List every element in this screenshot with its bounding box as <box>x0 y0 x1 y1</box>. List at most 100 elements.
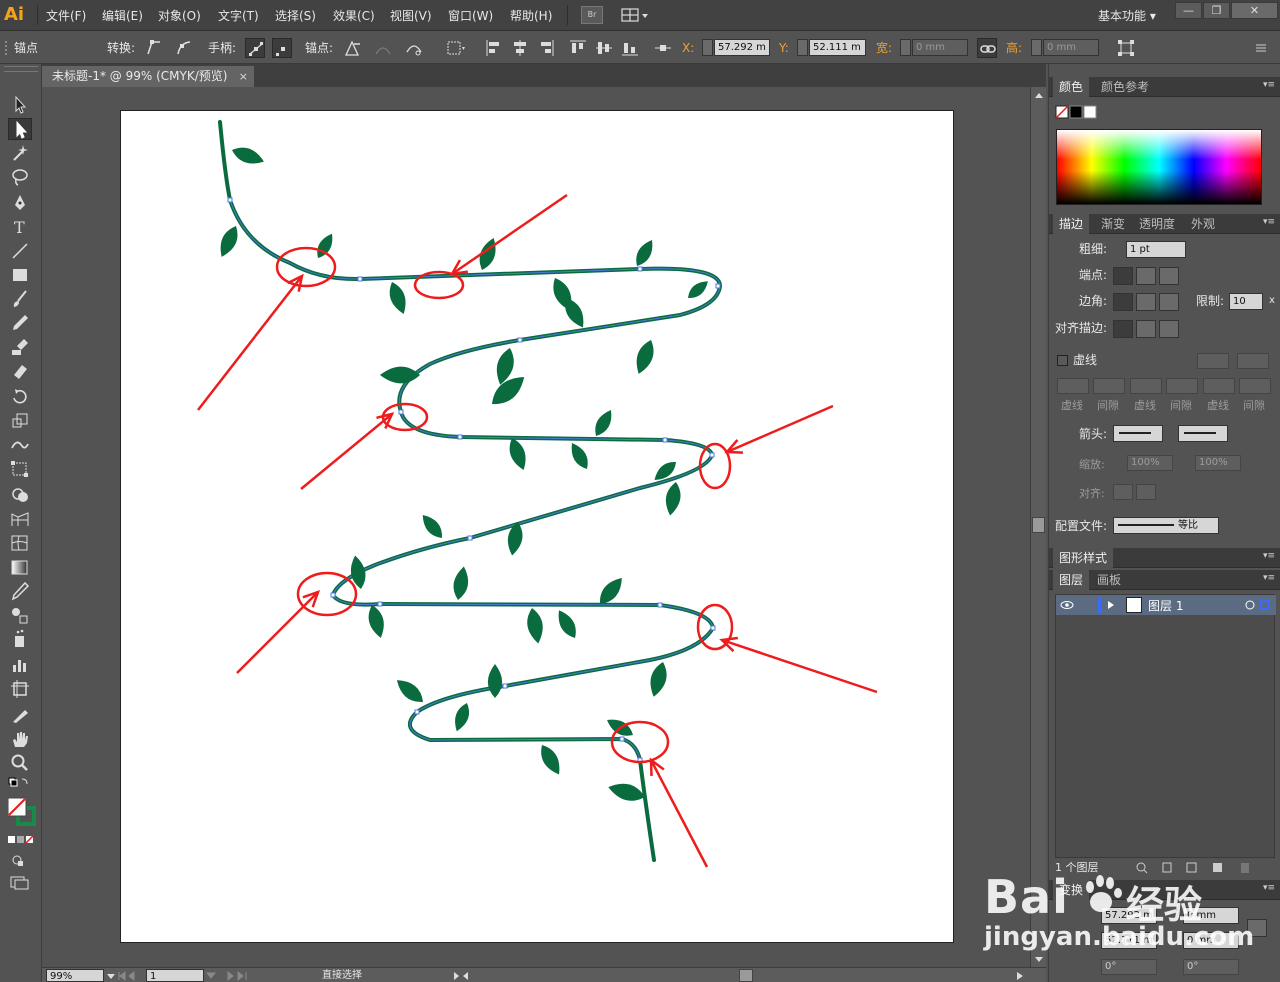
warp-tool[interactable] <box>8 434 32 456</box>
anchor-point[interactable] <box>619 736 625 742</box>
color-mode-buttons[interactable] <box>8 834 34 846</box>
y-field[interactable]: 52.111 m <box>809 39 866 56</box>
pen-tool[interactable] <box>8 192 32 214</box>
anchor-point[interactable] <box>398 409 404 415</box>
leaf[interactable] <box>230 143 267 168</box>
leaf[interactable] <box>505 436 530 473</box>
scroll-up-icon[interactable] <box>1031 88 1047 102</box>
fill-stroke-mini-icon[interactable] <box>1055 105 1097 121</box>
x-field[interactable]: 57.292 m <box>714 39 770 56</box>
transform-y-field[interactable]: 52.111 m <box>1101 932 1157 949</box>
isolate-button[interactable] <box>445 38 465 58</box>
anchor-point[interactable] <box>467 535 473 541</box>
stroke-panel-menu-icon[interactable]: ▾≡ <box>1263 217 1277 229</box>
leaf[interactable] <box>591 407 617 439</box>
limit-field[interactable]: 10 <box>1229 293 1263 310</box>
anchor-point[interactable] <box>502 683 508 689</box>
tab-appearance[interactable]: 外观 <box>1185 214 1221 234</box>
leaf[interactable] <box>348 554 368 590</box>
dash-field-2[interactable] <box>1130 378 1162 394</box>
screen-mode-button[interactable] <box>8 874 32 890</box>
status-menu-icon[interactable] <box>452 970 476 982</box>
vine-stroke[interactable] <box>218 120 722 862</box>
next-last-artboard-icon[interactable] <box>206 970 256 982</box>
transform-panel-menu-icon[interactable]: ▾≡ <box>1263 883 1277 895</box>
tab-transform[interactable]: 变换 <box>1053 880 1090 900</box>
reference-point-icon[interactable] <box>653 38 673 58</box>
dashed-line-checkbox[interactable] <box>1057 355 1068 366</box>
mesh-tool[interactable] <box>8 532 32 554</box>
control-panel-menu-button[interactable] <box>1250 38 1270 58</box>
perspective-grid-tool[interactable] <box>8 508 32 530</box>
zoom-field[interactable]: 99% <box>46 969 104 982</box>
transform-each-button[interactable] <box>1116 38 1136 58</box>
weight-field[interactable]: 1 pt <box>1126 241 1186 258</box>
tab-color[interactable]: 颜色 <box>1053 77 1090 97</box>
rectangle-tool[interactable] <box>8 264 32 286</box>
show-handles-button[interactable] <box>245 38 265 58</box>
free-transform-tool[interactable] <box>8 458 32 480</box>
arrange-documents-button[interactable] <box>620 6 650 24</box>
hide-handles-button[interactable] <box>272 38 292 58</box>
color-panel-menu-icon[interactable]: ▾≡ <box>1263 80 1277 92</box>
anchor-point[interactable] <box>637 266 643 272</box>
profile-select[interactable]: 等比 <box>1113 517 1219 534</box>
swap-colors-control[interactable] <box>8 776 32 792</box>
tab-stroke[interactable]: 描边 <box>1053 214 1090 234</box>
scroll-right-icon[interactable] <box>1014 970 1026 982</box>
minimize-button[interactable]: — <box>1175 2 1202 19</box>
miter-join-button[interactable] <box>1113 293 1133 311</box>
menu-effect[interactable]: 效果(C) <box>333 7 375 25</box>
workspace-switcher[interactable]: 基本功能 ▾ <box>1098 7 1156 25</box>
paintbrush-tool[interactable] <box>8 288 32 310</box>
leaf[interactable] <box>684 277 711 302</box>
target-selection-icon[interactable] <box>1244 599 1272 611</box>
column-graph-tool[interactable] <box>8 654 32 676</box>
vertical-scrollbar[interactable] <box>1030 87 1046 967</box>
gradient-tool[interactable] <box>8 556 32 578</box>
menu-view[interactable]: 视图(V) <box>390 7 432 25</box>
leaf[interactable] <box>385 280 410 317</box>
transform-height-field[interactable]: 0 mm <box>1183 932 1239 949</box>
anchor-point[interactable] <box>657 602 663 608</box>
menu-file[interactable]: 文件(F) <box>46 7 86 25</box>
document-tab[interactable]: 未标题-1* @ 99% (CMYK/预览) × <box>42 66 254 87</box>
toolbox-grip[interactable] <box>4 66 38 72</box>
leaf[interactable] <box>553 607 581 641</box>
zoom-tool[interactable] <box>8 752 32 774</box>
leaf[interactable] <box>313 231 337 261</box>
blend-tool[interactable] <box>8 604 32 626</box>
leaf[interactable] <box>392 675 427 708</box>
canvas-area[interactable] <box>42 87 1030 967</box>
tab-color-guide[interactable]: 颜色参考 <box>1095 77 1155 97</box>
drawing-mode-button[interactable] <box>8 852 32 868</box>
zoom-dropdown-icon[interactable] <box>106 971 116 981</box>
butt-cap-button[interactable] <box>1113 267 1133 285</box>
tab-graphic-styles[interactable]: 图形样式 <box>1053 548 1114 568</box>
leaf[interactable] <box>525 607 546 645</box>
align-stroke-outside-button[interactable] <box>1159 320 1179 338</box>
hand-tool[interactable] <box>8 728 32 750</box>
gap-field-3[interactable] <box>1239 378 1271 394</box>
visibility-eye-icon[interactable] <box>1060 599 1074 611</box>
symbol-sprayer-tool[interactable] <box>8 628 32 650</box>
anchor-point[interactable] <box>709 452 715 458</box>
leaf[interactable] <box>418 511 447 542</box>
menu-select[interactable]: 选择(S) <box>275 7 316 25</box>
dash-preset-exact[interactable] <box>1197 353 1229 369</box>
layer-name[interactable]: 图层 1 <box>1148 597 1183 614</box>
expand-triangle-icon[interactable] <box>1106 600 1116 610</box>
anchor-point[interactable] <box>357 276 363 282</box>
anchor-point[interactable] <box>330 592 336 598</box>
artboard-number-field[interactable]: 1 <box>146 969 204 982</box>
transform-link-button[interactable] <box>1247 919 1267 937</box>
eyedropper-tool[interactable] <box>8 580 32 602</box>
fill-stroke-control[interactable] <box>7 796 36 830</box>
leaf[interactable] <box>632 337 659 376</box>
tab-artboards[interactable]: 画板 <box>1091 570 1127 590</box>
rotate-tool[interactable] <box>8 386 32 408</box>
transform-x-field[interactable]: 57.292 m <box>1101 907 1157 924</box>
gap-field-1[interactable] <box>1093 378 1125 394</box>
leaf[interactable] <box>487 664 503 698</box>
align-right-button[interactable] <box>536 38 556 58</box>
